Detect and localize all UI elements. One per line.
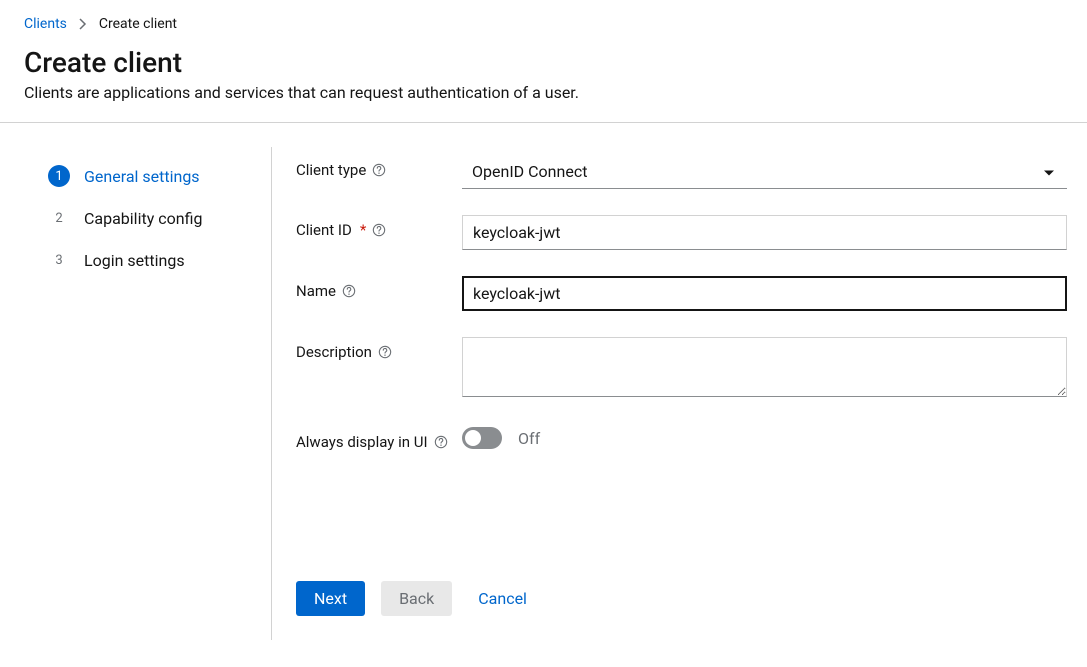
description-input[interactable] bbox=[462, 337, 1067, 397]
row-name: Name bbox=[296, 276, 1067, 311]
label-text: Client type bbox=[296, 161, 366, 179]
client-type-select-wrap: OpenID Connect bbox=[462, 155, 1067, 189]
row-always-display: Always display in UI Off bbox=[296, 427, 1067, 451]
help-icon[interactable] bbox=[378, 345, 392, 359]
breadcrumb-current: Create client bbox=[99, 16, 177, 32]
page-header: Clients Create client Create client Clie… bbox=[0, 0, 1087, 123]
client-type-select[interactable]: OpenID Connect bbox=[462, 155, 1067, 189]
label-client-id: Client ID * bbox=[296, 215, 462, 239]
toggle-knob bbox=[465, 430, 481, 446]
label-text: Client ID bbox=[296, 221, 352, 239]
step-number-badge: 1 bbox=[48, 165, 70, 187]
breadcrumb-parent-link[interactable]: Clients bbox=[24, 16, 67, 32]
label-description: Description bbox=[296, 337, 462, 361]
help-icon[interactable] bbox=[342, 284, 356, 298]
step-number-badge: 2 bbox=[48, 207, 70, 229]
label-text: Description bbox=[296, 343, 372, 361]
row-client-type: Client type OpenID Connect bbox=[296, 155, 1067, 189]
help-icon[interactable] bbox=[372, 163, 386, 177]
row-client-id: Client ID * bbox=[296, 215, 1067, 250]
back-button[interactable]: Back bbox=[381, 581, 452, 616]
breadcrumb: Clients Create client bbox=[24, 16, 1063, 32]
label-text: Always display in UI bbox=[296, 433, 428, 451]
label-text: Name bbox=[296, 282, 336, 300]
step-number-badge: 3 bbox=[48, 249, 70, 271]
required-indicator: * bbox=[360, 221, 366, 239]
help-icon[interactable] bbox=[372, 223, 386, 237]
step-general-settings[interactable]: 1 General settings bbox=[48, 155, 247, 197]
row-description: Description bbox=[296, 337, 1067, 401]
always-display-toggle[interactable] bbox=[462, 427, 502, 449]
toggle-state-text: Off bbox=[518, 429, 540, 448]
step-label: Login settings bbox=[84, 251, 185, 270]
button-bar: Next Back Cancel bbox=[296, 581, 1067, 616]
step-login-settings[interactable]: 3 Login settings bbox=[48, 239, 247, 281]
label-name: Name bbox=[296, 276, 462, 300]
label-always-display: Always display in UI bbox=[296, 427, 462, 451]
step-capability-config[interactable]: 2 Capability config bbox=[48, 197, 247, 239]
cancel-button[interactable]: Cancel bbox=[468, 581, 537, 616]
chevron-right-icon bbox=[79, 18, 87, 30]
step-label: Capability config bbox=[84, 209, 202, 228]
step-label: General settings bbox=[84, 167, 200, 186]
next-button[interactable]: Next bbox=[296, 581, 365, 616]
content: 1 General settings 2 Capability config 3… bbox=[0, 123, 1087, 640]
client-id-input[interactable] bbox=[462, 215, 1067, 250]
name-input[interactable] bbox=[462, 276, 1067, 311]
label-client-type: Client type bbox=[296, 155, 462, 179]
wizard-stepper: 1 General settings 2 Capability config 3… bbox=[0, 147, 272, 640]
form-area: Client type OpenID Connect Client ID * bbox=[272, 147, 1087, 640]
always-display-toggle-row: Off bbox=[462, 427, 1067, 449]
help-icon[interactable] bbox=[434, 435, 448, 449]
page-title: Create client bbox=[24, 46, 1063, 79]
page-subtitle: Clients are applications and services th… bbox=[24, 83, 1063, 102]
